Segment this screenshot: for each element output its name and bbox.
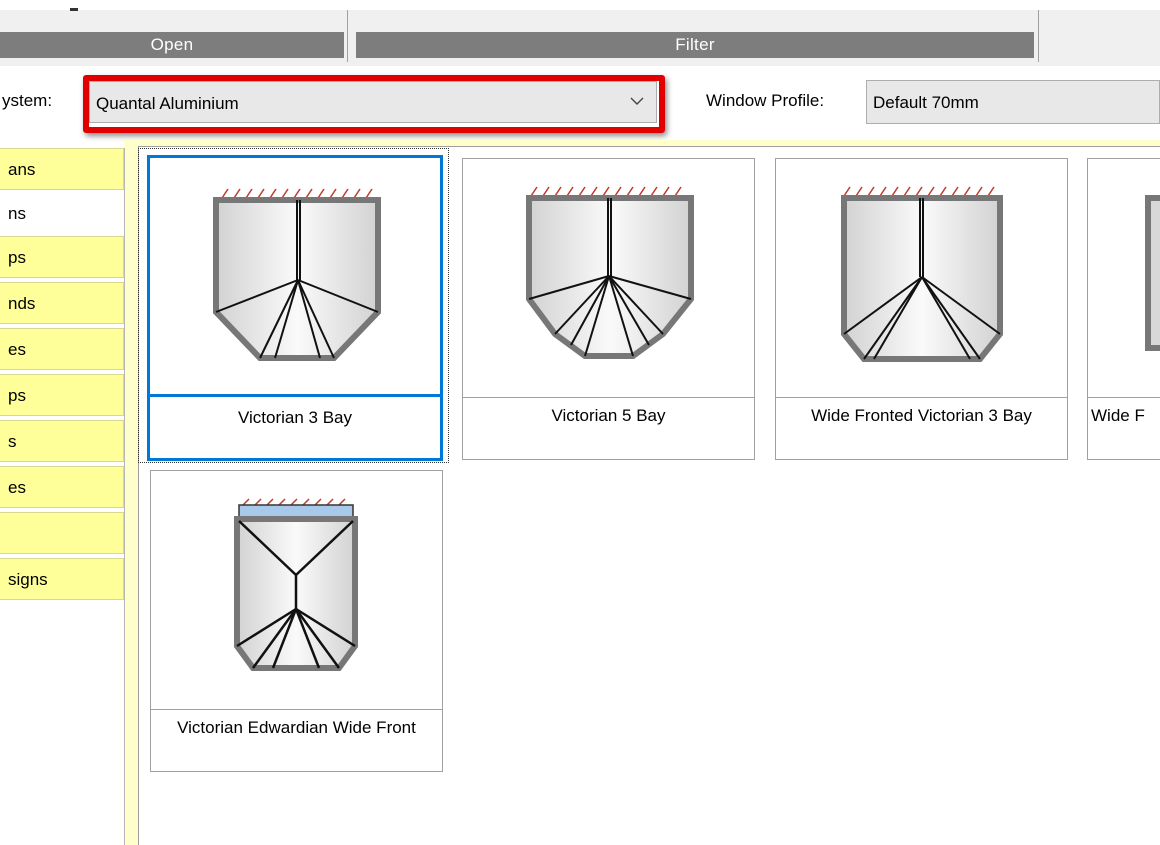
design-caption: Victorian Edwardian Wide Front bbox=[177, 718, 416, 737]
system-select-highlight bbox=[83, 75, 665, 133]
tile-divider bbox=[1088, 397, 1160, 398]
design-thumbnail bbox=[463, 159, 754, 397]
window-profile-select[interactable]: Default 70mm bbox=[866, 80, 1160, 124]
category-tab[interactable]: ps bbox=[0, 374, 124, 416]
tile-divider bbox=[776, 397, 1067, 398]
victorian-3-bay-icon bbox=[213, 188, 381, 361]
category-tab[interactable]: signs bbox=[0, 558, 124, 600]
category-tab[interactable] bbox=[0, 512, 124, 554]
design-thumbnail bbox=[1088, 159, 1160, 397]
wide-fronted-partial-icon bbox=[1145, 195, 1160, 351]
category-tab[interactable]: ans bbox=[0, 148, 124, 190]
design-thumbnail bbox=[151, 471, 442, 709]
category-tab[interactable]: s bbox=[0, 420, 124, 462]
window-profile-select-value: Default 70mm bbox=[873, 93, 979, 112]
victorian-edwardian-wide-front-icon bbox=[234, 498, 358, 671]
ribbon-top-mark bbox=[70, 8, 78, 11]
victorian-5-bay-icon bbox=[526, 186, 694, 359]
tile-divider bbox=[463, 397, 754, 398]
ribbon-separator bbox=[1038, 10, 1039, 62]
design-thumbnail bbox=[150, 158, 440, 396]
design-tile-wide-fronted-victorian-3-bay[interactable]: Wide Fronted Victorian 3 Bay bbox=[775, 158, 1068, 460]
ribbon-top-edge bbox=[0, 0, 1160, 10]
design-tile-victorian-edwardian-wide-front[interactable]: Victorian Edwardian Wide Front bbox=[150, 470, 443, 772]
design-caption: Wide Fronted Victorian 3 Bay bbox=[811, 406, 1032, 425]
ribbon-group-open-label[interactable]: Open bbox=[0, 32, 344, 58]
design-caption: Victorian 3 Bay bbox=[237, 408, 353, 427]
category-tab[interactable]: es bbox=[0, 466, 124, 508]
design-tile-victorian-5-bay[interactable]: Victorian 5 Bay bbox=[462, 158, 755, 460]
design-caption: Wide F bbox=[1091, 406, 1145, 425]
ribbon-group-filter-label[interactable]: Filter bbox=[356, 32, 1034, 58]
design-thumbnail bbox=[776, 159, 1067, 397]
category-tab[interactable]: nds bbox=[0, 282, 124, 324]
window-profile-label: Window Profile: bbox=[706, 91, 825, 110]
design-caption: Victorian 5 Bay bbox=[551, 406, 666, 425]
system-label: ystem: bbox=[2, 91, 53, 110]
ribbon-bar: Open Filter bbox=[0, 0, 1160, 66]
category-tab-selected[interactable]: ns bbox=[0, 192, 124, 234]
wide-fronted-victorian-3-bay-icon bbox=[841, 186, 1003, 362]
design-tile-victorian-3-bay[interactable]: Victorian 3 Bay bbox=[147, 155, 443, 461]
category-tab[interactable]: es bbox=[0, 328, 124, 370]
design-tile-wide-fronted-partial[interactable]: Wide F bbox=[1087, 158, 1160, 460]
category-tab[interactable]: ps bbox=[0, 236, 124, 278]
tile-divider bbox=[150, 394, 440, 397]
tile-divider bbox=[151, 709, 442, 710]
tab-column-edge bbox=[124, 148, 125, 845]
ribbon-separator bbox=[347, 10, 348, 62]
